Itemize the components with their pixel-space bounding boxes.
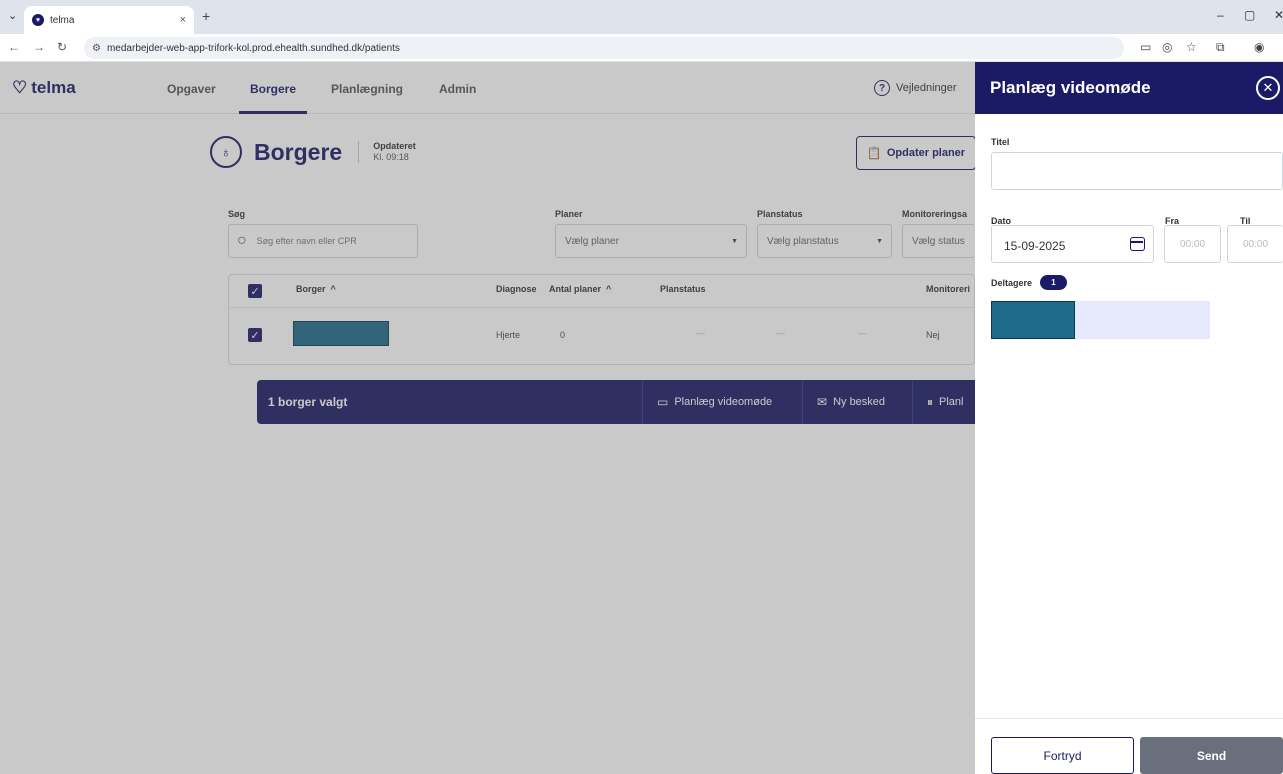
- app: ♡ telma Opgaver Borgere Planlægning Admi…: [0, 62, 1283, 774]
- tab-close-icon[interactable]: ×: [180, 14, 186, 26]
- site-settings-icon[interactable]: ⚙: [92, 43, 101, 54]
- browser-tabbar: ⌄ ♥ telma × + – ▢ ✕: [0, 0, 1283, 34]
- deltagere-label: Deltagere: [991, 278, 1033, 288]
- redacted-participant: [991, 301, 1075, 339]
- fra-time-input[interactable]: 00:00: [1164, 225, 1221, 263]
- telma-favicon-icon: ♥: [32, 14, 44, 26]
- minimize-icon[interactable]: –: [1217, 8, 1224, 22]
- dato-value: 15-09-2025: [1004, 239, 1066, 253]
- url-text: medarbejder-web-app-trifork-kol.prod.ehe…: [106, 42, 400, 54]
- calendar-icon[interactable]: [1130, 237, 1145, 251]
- titel-input[interactable]: [991, 152, 1283, 190]
- dato-input[interactable]: 15-09-2025: [991, 225, 1154, 263]
- fra-placeholder: 00:00: [1179, 239, 1206, 250]
- panel-header: Planlæg videomøde ✕: [975, 62, 1283, 114]
- tab-title: telma: [50, 14, 75, 26]
- profile-icon[interactable]: ◉: [1254, 40, 1264, 54]
- deltagere-count-badge: 1: [1040, 275, 1067, 290]
- tab-list-chevron-icon[interactable]: ⌄: [8, 9, 17, 22]
- forward-icon[interactable]: →: [33, 40, 45, 54]
- reload-icon[interactable]: ↻: [57, 40, 67, 54]
- restore-icon[interactable]: ▢: [1244, 8, 1255, 22]
- send-button[interactable]: Send: [1140, 737, 1283, 774]
- address-bar: ← → ↻ ⚙ medarbejder-web-app-trifork-kol.…: [0, 34, 1283, 62]
- new-tab-button[interactable]: +: [202, 8, 210, 24]
- titel-label: Titel: [991, 137, 1010, 147]
- til-placeholder: 00:00: [1242, 239, 1269, 250]
- panel-title: Planlæg videomøde: [990, 78, 1151, 97]
- participant-chip: [991, 301, 1210, 339]
- close-panel-icon[interactable]: ✕: [1256, 76, 1280, 100]
- panel-footer-divider: [975, 718, 1283, 719]
- browser-tab[interactable]: ♥ telma ×: [24, 6, 194, 34]
- eye-off-icon[interactable]: ◎: [1162, 40, 1172, 54]
- extensions-icon[interactable]: ⧉: [1216, 40, 1225, 55]
- url-field[interactable]: ⚙ medarbejder-web-app-trifork-kol.prod.e…: [84, 37, 1124, 59]
- bookmark-star-icon[interactable]: ☆: [1186, 40, 1197, 54]
- modal-backdrop[interactable]: [0, 62, 975, 774]
- til-time-input[interactable]: 00:00: [1227, 225, 1283, 263]
- close-window-icon[interactable]: ✕: [1274, 8, 1283, 22]
- cast-icon[interactable]: ▭: [1140, 40, 1151, 54]
- cancel-button[interactable]: Fortryd: [991, 737, 1134, 774]
- back-icon[interactable]: ←: [8, 40, 20, 54]
